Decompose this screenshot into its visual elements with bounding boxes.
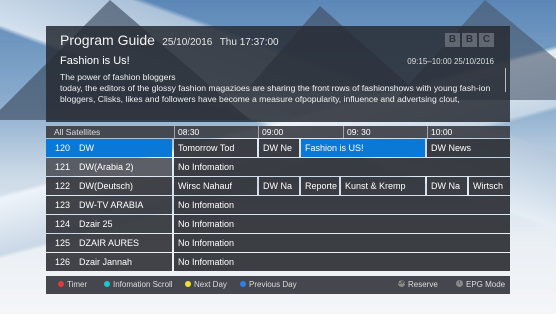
legend-epg-mode[interactable]: i EPG Mode bbox=[456, 276, 505, 294]
red-key-icon bbox=[58, 280, 64, 287]
channel-cell[interactable]: 124 Dzair 25 bbox=[46, 215, 172, 233]
legend-reserve[interactable]: OK Reserve bbox=[398, 276, 438, 294]
channel-number: 121 bbox=[55, 162, 71, 172]
legend-label: Previous Day bbox=[249, 280, 297, 289]
channel-row[interactable]: 126 Dzair Jannah No Infomation bbox=[46, 253, 510, 272]
channel-number: 124 bbox=[55, 219, 71, 229]
synopsis-body: today, the editors of the glossy fashion… bbox=[60, 83, 491, 104]
channel-name: Dzair Jannah bbox=[79, 257, 133, 267]
channel-number: 122 bbox=[55, 181, 71, 191]
satellite-filter[interactable]: All Satellites bbox=[54, 127, 100, 137]
program-synopsis: The power of fashion bloggers today, the… bbox=[60, 72, 500, 105]
channel-row[interactable]: 124 Dzair 25 No Infomation bbox=[46, 215, 510, 234]
channel-row[interactable]: 122 DW(Deutsch) Wirsc Nahauf DW Na Repor… bbox=[46, 177, 510, 196]
program-cell-focused[interactable]: Fashion is US! bbox=[301, 139, 425, 157]
channel-cell[interactable]: 122 DW(Deutsch) bbox=[46, 177, 172, 195]
channel-row[interactable]: 123 DW-TV ARABIA No Infomation bbox=[46, 196, 510, 215]
channel-name: DW(Deutsch) bbox=[79, 181, 134, 191]
legend-label: Timer bbox=[67, 280, 88, 289]
legend-timer[interactable]: Timer bbox=[58, 276, 87, 294]
logo-letter: C bbox=[479, 33, 494, 47]
header-time: Thu 17:37:00 bbox=[219, 37, 279, 48]
channel-cell[interactable]: 120 DW bbox=[46, 139, 172, 157]
epg-grid: All Satellites 08:30 09:00 09: 30 10:00 … bbox=[46, 126, 510, 276]
program-cell[interactable]: No Infomation bbox=[174, 196, 510, 214]
time-label: 08:30 bbox=[178, 127, 200, 137]
info-key-icon: i bbox=[456, 280, 463, 288]
logo-letter: B bbox=[462, 33, 477, 47]
legend-info-scroll[interactable]: Infomation Scroll bbox=[104, 276, 173, 294]
program-guide: Program Guide 25/10/2016 Thu 17:37:00 B … bbox=[46, 26, 510, 300]
legend-label: Reserve bbox=[408, 280, 438, 289]
blue-key-icon bbox=[240, 280, 246, 287]
legend-next-day[interactable]: Next Day bbox=[185, 276, 227, 294]
channel-name: Dzair 25 bbox=[79, 219, 113, 229]
program-title: Fashion is Us! bbox=[60, 55, 130, 67]
time-tick bbox=[343, 126, 344, 138]
program-time-range: 09:15–10:00 25/10/2016 bbox=[407, 57, 494, 66]
legend-previous-day[interactable]: Previous Day bbox=[240, 276, 297, 294]
channel-number: 126 bbox=[55, 257, 71, 267]
channel-cell[interactable]: 126 Dzair Jannah bbox=[46, 253, 172, 271]
channel-row[interactable]: 121 DW(Arabia 2) No Infomation bbox=[46, 158, 510, 177]
time-label: 09:00 bbox=[262, 127, 284, 137]
legend-label: Next Day bbox=[194, 280, 227, 289]
channel-row[interactable]: 125 DZAIR AURES No Infomation bbox=[46, 234, 510, 253]
channel-name: DW-TV ARABIA bbox=[79, 200, 144, 210]
program-cell[interactable]: Kunst & Kremp bbox=[341, 177, 425, 195]
program-cell[interactable]: DW Na bbox=[427, 177, 467, 195]
program-cell[interactable]: No Infomation bbox=[174, 215, 510, 233]
time-tick bbox=[258, 126, 259, 138]
program-cell[interactable]: Wirsc Nahauf bbox=[174, 177, 257, 195]
legend-label: Infomation Scroll bbox=[113, 280, 173, 289]
time-label: 09: 30 bbox=[347, 127, 371, 137]
green-key-icon bbox=[104, 280, 110, 287]
page-title: Program Guide bbox=[60, 32, 155, 48]
program-cell[interactable]: Reporte bbox=[301, 177, 339, 195]
program-cell[interactable]: DW Na bbox=[259, 177, 299, 195]
timeline-bar: All Satellites 08:30 09:00 09: 30 10:00 bbox=[46, 126, 510, 138]
header-date: 25/10/2016 bbox=[162, 37, 213, 48]
channel-number: 123 bbox=[55, 200, 71, 210]
key-legend-bar: Timer Infomation Scroll Next Day Previou… bbox=[46, 276, 510, 294]
channel-name: DW(Arabia 2) bbox=[79, 162, 134, 172]
program-cell[interactable]: Wirtsch bbox=[469, 177, 510, 195]
channel-row[interactable]: 120 DW Tomorrow Tod DW Ne Fashion is US!… bbox=[46, 139, 510, 158]
yellow-key-icon bbox=[185, 280, 191, 287]
channel-number: 125 bbox=[55, 238, 71, 248]
program-cell[interactable]: No Infomation bbox=[174, 253, 510, 271]
time-tick bbox=[427, 126, 428, 138]
synopsis-headline: The power of fashion bloggers bbox=[60, 72, 176, 82]
title-row: Program Guide 25/10/2016 Thu 17:37:00 bbox=[60, 32, 279, 48]
time-tick bbox=[174, 126, 175, 138]
program-cell[interactable]: DW News bbox=[427, 139, 510, 157]
channel-name: DW bbox=[79, 143, 94, 153]
channel-logo: B B C bbox=[445, 33, 494, 47]
channel-cell[interactable]: 125 DZAIR AURES bbox=[46, 234, 172, 252]
synopsis-scrollbar[interactable] bbox=[505, 68, 506, 92]
legend-label: EPG Mode bbox=[466, 280, 506, 289]
channel-number: 120 bbox=[55, 143, 71, 153]
program-cell[interactable]: No Infomation bbox=[174, 158, 510, 176]
time-label: 10:00 bbox=[431, 127, 453, 137]
guide-header: Program Guide 25/10/2016 Thu 17:37:00 B … bbox=[46, 26, 510, 122]
logo-letter: B bbox=[445, 33, 460, 47]
channel-name: DZAIR AURES bbox=[79, 238, 140, 248]
program-cell[interactable]: DW Ne bbox=[259, 139, 299, 157]
channel-cell[interactable]: 121 DW(Arabia 2) bbox=[46, 158, 172, 176]
program-cell[interactable]: No Infomation bbox=[174, 234, 510, 252]
channel-cell[interactable]: 123 DW-TV ARABIA bbox=[46, 196, 172, 214]
ok-key-icon: OK bbox=[398, 280, 406, 288]
program-cell[interactable]: Tomorrow Tod bbox=[174, 139, 257, 157]
